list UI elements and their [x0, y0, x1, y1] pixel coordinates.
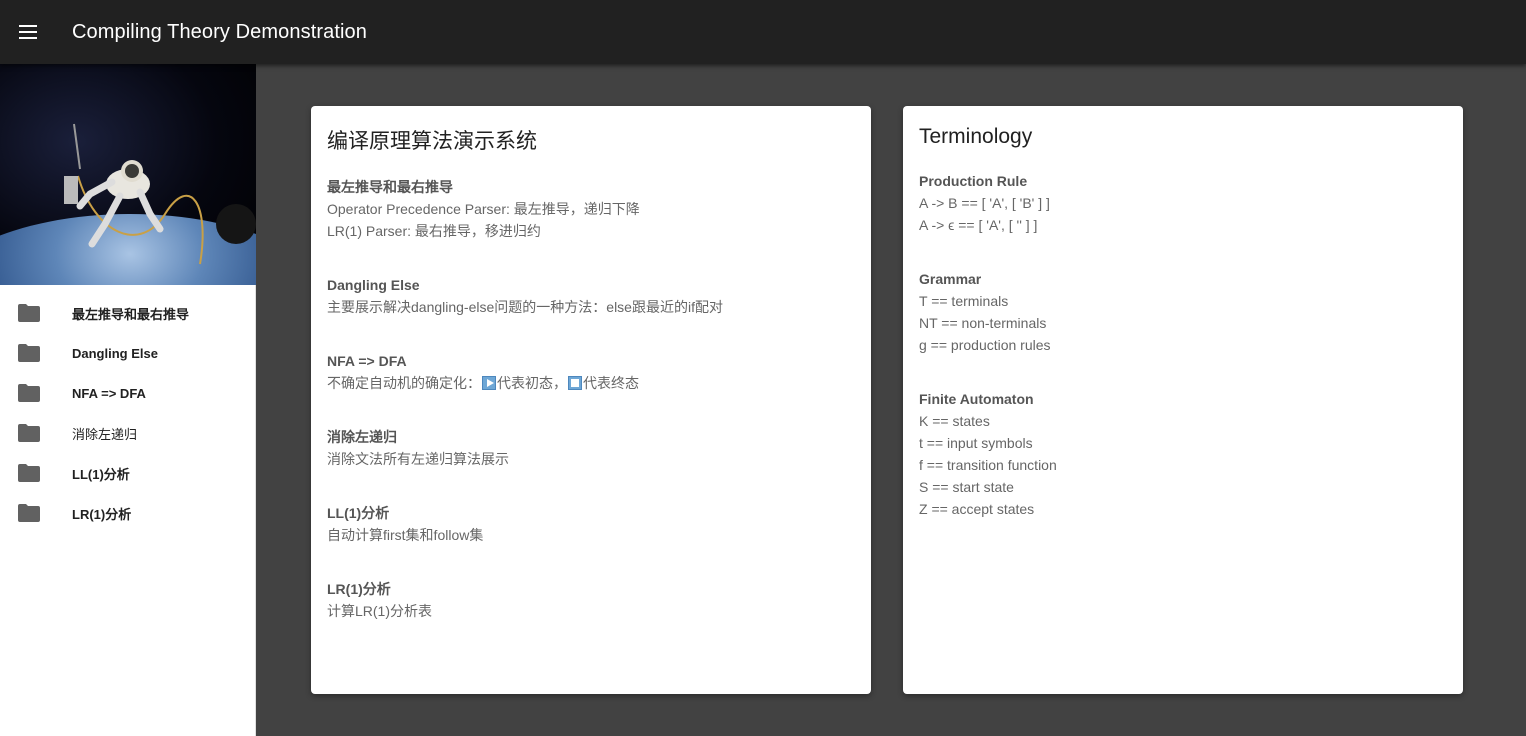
- nav-item-ll1[interactable]: LL(1)分析: [0, 453, 255, 493]
- folder-icon: [0, 464, 72, 482]
- folder-icon: [0, 504, 72, 522]
- nav-item-label: LL(1)分析: [72, 466, 130, 482]
- section-line: T == terminals: [919, 293, 1009, 309]
- nav-item-left-recursion[interactable]: 消除左递归: [0, 413, 255, 453]
- nav-item-label: 消除左递归: [72, 426, 138, 442]
- section-line: 不确定自动机的确定化： 代表初态， 代表终态: [327, 372, 855, 394]
- nav-item-label: LR(1)分析: [72, 506, 132, 522]
- intro-section-lr1: LR(1)分析 计算LR(1)分析表: [327, 578, 855, 622]
- intro-section-ll1: LL(1)分析 自动计算first集和follow集: [327, 502, 855, 546]
- section-line: LR(1) Parser: 最右推导，移进归约: [327, 223, 541, 239]
- section-line: S == start state: [919, 479, 1014, 495]
- intro-section-nfa-dfa: NFA => DFA 不确定自动机的确定化： 代表初态， 代表终态: [327, 350, 855, 394]
- section-line: A -> B == [ 'A', [ 'B' ] ]: [919, 195, 1050, 211]
- nav-item-nfa-dfa[interactable]: NFA => DFA: [0, 373, 255, 413]
- section-heading: LL(1)分析: [327, 505, 390, 521]
- section-heading: 消除左递归: [327, 429, 397, 445]
- section-heading: NFA => DFA: [327, 353, 407, 369]
- nav-item-label: 最左推导和最右推导: [72, 306, 190, 322]
- section-heading: LR(1)分析: [327, 581, 391, 597]
- accept-state-icon: [568, 376, 582, 390]
- astronaut-hero-image: [0, 64, 256, 285]
- section-line: g == production rules: [919, 337, 1051, 353]
- app-title: Compiling Theory Demonstration: [72, 20, 367, 43]
- hamburger-menu-icon[interactable]: [0, 0, 56, 64]
- nav-item-lr1[interactable]: LR(1)分析: [0, 493, 255, 533]
- section-line: Z == accept states: [919, 501, 1035, 517]
- intro-section-derivation: 最左推导和最右推导 Operator Precedence Parser: 最左…: [327, 176, 855, 242]
- folder-icon: [0, 424, 72, 442]
- section-heading: Dangling Else: [327, 277, 420, 293]
- start-state-icon: [482, 376, 496, 390]
- intro-section-dangling-else: Dangling Else 主要展示解决dangling-else问题的一种方法…: [327, 274, 855, 318]
- folder-icon: [0, 304, 72, 322]
- section-heading: Grammar: [919, 271, 982, 287]
- drawer-nav-list: 最左推导和最右推导 Dangling Else NFA => DFA 消除左递归…: [0, 285, 255, 533]
- accept-state-text: 代表终态: [583, 375, 639, 391]
- start-state-text: 代表初态，: [497, 375, 567, 391]
- section-heading: Finite Automaton: [919, 391, 1034, 407]
- section-line: 消除文法所有左递归算法展示: [327, 451, 509, 467]
- section-heading: Production Rule: [919, 173, 1028, 189]
- folder-icon: [0, 384, 72, 402]
- section-line: K == states: [919, 413, 990, 429]
- nav-item-label: Dangling Else: [72, 345, 158, 361]
- section-line: 自动计算first集和follow集: [327, 527, 484, 543]
- terminology-card-title: Terminology: [919, 125, 1033, 148]
- app-bar: Compiling Theory Demonstration: [0, 0, 1526, 64]
- section-heading: 最左推导和最右推导: [327, 179, 453, 195]
- nav-item-label: NFA => DFA: [72, 385, 146, 401]
- intro-card-title: 编译原理算法演示系统: [327, 130, 537, 153]
- terminology-production-rule: Production Rule A -> B == [ 'A', [ 'B' ]…: [919, 170, 1447, 236]
- terminology-grammar: Grammar T == terminals NT == non-termina…: [919, 268, 1447, 356]
- section-line: NT == non-terminals: [919, 315, 1047, 331]
- intro-card: 编译原理算法演示系统 最左推导和最右推导 Operator Precedence…: [311, 106, 871, 694]
- section-line: Operator Precedence Parser: 最左推导，递归下降: [327, 201, 640, 217]
- section-line: 计算LR(1)分析表: [327, 603, 433, 619]
- section-line: 主要展示解决dangling-else问题的一种方法：else跟最近的if配对: [327, 299, 723, 315]
- section-line: A -> ϵ == [ 'A', [ '' ] ]: [919, 217, 1038, 233]
- section-line: t == input symbols: [919, 435, 1033, 451]
- folder-icon: [0, 344, 72, 362]
- nav-item-dangling-else[interactable]: Dangling Else: [0, 333, 255, 373]
- terminology-card: Terminology Production Rule A -> B == [ …: [903, 106, 1463, 694]
- terminology-finite-automaton: Finite Automaton K == states t == input …: [919, 388, 1447, 520]
- nfa-dfa-prefix: 不确定自动机的确定化：: [327, 375, 481, 391]
- navigation-drawer: 最左推导和最右推导 Dangling Else NFA => DFA 消除左递归…: [0, 64, 256, 736]
- section-line: f == transition function: [919, 457, 1057, 473]
- nav-item-leftmost-rightmost-derivation[interactable]: 最左推导和最右推导: [0, 293, 255, 333]
- intro-section-left-recursion: 消除左递归 消除文法所有左递归算法展示: [327, 426, 855, 470]
